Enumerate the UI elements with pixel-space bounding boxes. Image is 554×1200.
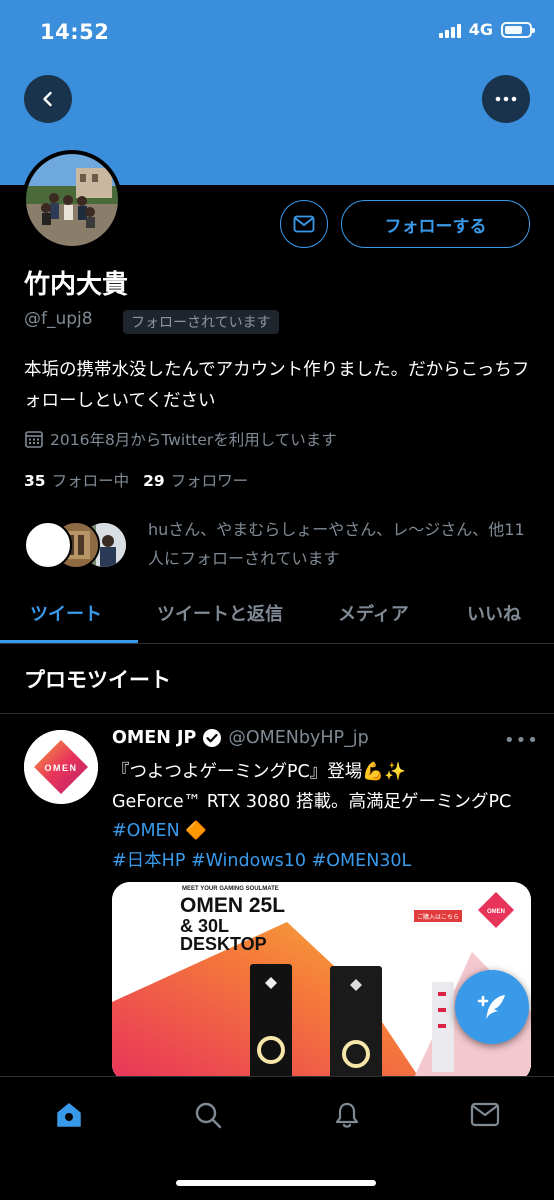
search-icon (195, 1102, 222, 1129)
tweet-author-handle[interactable]: @OMENbyHP_jp (228, 728, 368, 748)
tweet-more-icon[interactable]: ••• (504, 730, 539, 751)
mail-icon (470, 1102, 500, 1127)
tweet-avatar[interactable]: OMEN (24, 730, 98, 804)
compose-tweet-button[interactable] (455, 970, 529, 1044)
mail-icon (293, 215, 315, 233)
join-date: 2016年8月からTwitterを利用しています (24, 428, 337, 450)
diamond-emoji: 🔶 (185, 821, 208, 841)
follows-you-badge: フォローされています (123, 310, 279, 334)
followers-count: 29 (143, 472, 165, 490)
compose-quill-icon (477, 995, 505, 1019)
section-title: プロモツイート (24, 668, 171, 692)
network-type: 4G (468, 20, 493, 39)
tweet-line-2: GeForce™ RTX 3080 搭載。高満足ゲーミングPC (112, 791, 512, 812)
battery-icon (501, 21, 535, 38)
follow-button[interactable]: フォローする (341, 200, 530, 248)
following-label: フォロー中 (51, 472, 130, 490)
tab-likes[interactable]: いいね (467, 600, 521, 626)
calendar-icon (25, 431, 43, 448)
signal-icon (438, 22, 461, 38)
hashtag-omen30l[interactable]: #OMEN30L (312, 851, 412, 871)
omen-logo-icon: OMEN (24, 730, 98, 804)
hashtag-hp[interactable]: #日本HP (112, 851, 185, 871)
following-link[interactable]: 35 フォロー中 (24, 469, 129, 491)
known-follower-avatars (24, 521, 132, 571)
verified-badge-icon (203, 729, 222, 747)
message-button[interactable] (280, 200, 328, 248)
ad-badge: ご購入はこちら (417, 913, 459, 921)
profile-avatar[interactable] (22, 150, 122, 250)
ad-headline-1: OMEN 25L (180, 894, 285, 917)
ad-headline-2: & 30L (180, 916, 229, 936)
following-count: 35 (24, 472, 46, 490)
nav-messages[interactable] (465, 1097, 505, 1133)
followers-link[interactable]: 29 フォロワー (143, 469, 248, 491)
omen-logo-text: OMEN (45, 763, 78, 773)
hashtag-omen[interactable]: #OMEN (112, 821, 180, 841)
status-time: 14:52 (40, 20, 110, 44)
join-date-text: 2016年8月からTwitterを利用しています (50, 431, 337, 449)
profile-tabs: ツイート ツイートと返信 メディア いいね (0, 590, 554, 644)
ad-logo: OMEN (487, 909, 505, 915)
followers-label: フォロワー (170, 472, 249, 490)
known-follower-avatar (24, 521, 72, 569)
tweet-text: 『つよつよゲーミングPC』登場💪✨ GeForce™ RTX 3080 搭載。高… (112, 758, 532, 876)
status-indicators: 4G (438, 20, 535, 39)
follow-stats: 35 フォロー中 29 フォロワー (24, 469, 248, 491)
nav-home[interactable] (49, 1097, 89, 1133)
profile-bio: 本垢の携帯水没したんでアカウント作りました。だからこっちフォローしといてください (24, 360, 530, 411)
profile-handle: @f_upj8 (24, 309, 93, 329)
hashtag-windows10[interactable]: #Windows10 (191, 851, 306, 871)
chevron-left-icon (43, 91, 52, 107)
home-indicator (176, 1180, 376, 1186)
back-button[interactable] (24, 75, 72, 123)
tweet-header: OMEN JP @OMENbyHP_jp (112, 728, 369, 748)
nav-search[interactable] (188, 1097, 228, 1133)
bell-icon (335, 1102, 359, 1128)
more-options-button[interactable] (482, 75, 530, 123)
ad-small-caption: MEET YOUR GAMING SOULMATE (182, 886, 279, 892)
section-divider (0, 713, 554, 714)
known-followers[interactable]: huさん、やまむらしょーやさん、レ〜ジさん、他11人にフォローされています (24, 515, 534, 575)
tweet-author-name[interactable]: OMEN JP (112, 728, 196, 748)
home-icon (57, 1103, 81, 1127)
display-name: 竹内大貴 (24, 270, 129, 300)
active-tab-indicator (0, 640, 138, 643)
tweet-line-1: 『つよつよゲーミングPC』登場💪✨ (112, 762, 406, 782)
nav-notifications[interactable] (327, 1097, 367, 1133)
known-followers-text: huさん、やまむらしょーやさん、レ〜ジさん、他11人にフォローされています (148, 520, 525, 568)
ad-headline-3: DESKTOP (180, 934, 267, 954)
tab-tweets[interactable]: ツイート (30, 600, 102, 626)
tab-tweets-replies[interactable]: ツイートと返信 (157, 600, 283, 626)
avatar-photo (26, 154, 118, 246)
status-bar: 14:52 4G (0, 0, 554, 64)
more-dots-icon (495, 96, 517, 102)
tab-media[interactable]: メディア (338, 600, 409, 626)
